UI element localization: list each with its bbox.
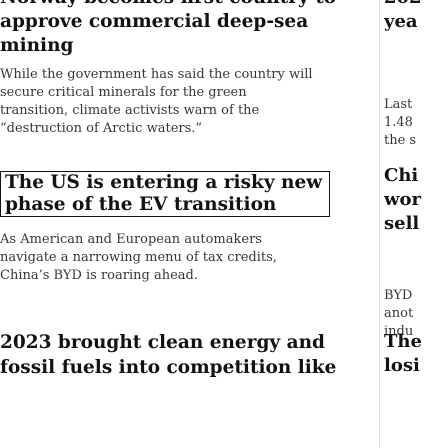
summary-line: As American and European automakers xyxy=(0,232,262,247)
headline-line[interactable]: The xyxy=(384,330,422,354)
summary-line: BYD xyxy=(384,288,413,303)
headline-line[interactable]: phase of the EV transition xyxy=(5,194,329,216)
side-story-summary: Last 1.48 the s xyxy=(384,96,416,150)
story-headline[interactable]: 202 yea xyxy=(384,0,422,34)
headline-line[interactable]: fossil fuels into competition like xyxy=(0,355,336,380)
main-column: Norway becomes first country to approve … xyxy=(0,0,372,448)
story-summary: While the government has said the countr… xyxy=(0,66,336,138)
headline-line[interactable]: wor xyxy=(384,188,421,212)
story-headline[interactable]: Norway becomes first country to approve … xyxy=(0,0,336,58)
headline-line[interactable]: sell xyxy=(384,212,421,236)
story-2023-clean-energy[interactable]: 2023 brought clean energy and fossil fue… xyxy=(0,330,336,380)
story-headline[interactable]: The losi xyxy=(384,330,422,378)
story-us-ev-transition[interactable]: The US is entering a risky new phase of … xyxy=(0,171,330,285)
summary-line: “destruction of Arctic waters.” xyxy=(0,121,203,136)
headline-line[interactable]: Norway becomes first country to xyxy=(0,0,336,10)
story-headline[interactable]: The US is entering a risky new phase of … xyxy=(1,172,329,216)
headline-line[interactable]: 202 xyxy=(384,0,422,10)
summary-line: the s xyxy=(384,133,417,148)
summary-line: anot xyxy=(384,306,414,321)
summary-line: transition, climate activists warn of th… xyxy=(0,103,260,118)
story-headline[interactable]: 2023 brought clean energy and fossil fue… xyxy=(0,330,336,380)
story-summary: Last 1.48 the s xyxy=(384,96,416,150)
headline-line[interactable]: Chi xyxy=(384,164,421,188)
summary-line: navigate a narrowing menu of tax credits… xyxy=(0,250,277,265)
side-column: 202 yea Last 1.48 the s Chi wor sell BYD… xyxy=(384,0,448,448)
column-divider xyxy=(379,0,380,448)
headline-line[interactable]: approve commercial deep-sea xyxy=(0,10,336,34)
summary-line: 1.48 xyxy=(384,115,413,130)
headline-line[interactable]: The US is entering a risky new xyxy=(5,172,329,194)
summary-line: China’s BYD is roaring ahead. xyxy=(0,268,198,283)
headline-line[interactable]: mining xyxy=(0,34,336,58)
side-story-headline[interactable]: 202 yea xyxy=(384,0,422,34)
side-story-headline[interactable]: The losi xyxy=(384,330,422,378)
focused-headline-link[interactable]: The US is entering a risky new phase of … xyxy=(0,171,330,217)
summary-line: secure critical minerals for the green xyxy=(0,85,247,100)
summary-line: While the government has said the countr… xyxy=(0,67,313,82)
headline-line[interactable]: 2023 brought clean energy and xyxy=(0,330,336,355)
headline-line[interactable]: yea xyxy=(384,10,422,34)
story-norway-deep-sea-mining[interactable]: Norway becomes first country to approve … xyxy=(0,0,336,138)
side-story-headline[interactable]: Chi wor sell xyxy=(384,164,421,236)
summary-line: Last xyxy=(384,97,413,112)
headline-line[interactable]: losi xyxy=(384,354,422,378)
story-headline[interactable]: Chi wor sell xyxy=(384,164,421,236)
story-summary: As American and European automakers navi… xyxy=(0,231,330,285)
